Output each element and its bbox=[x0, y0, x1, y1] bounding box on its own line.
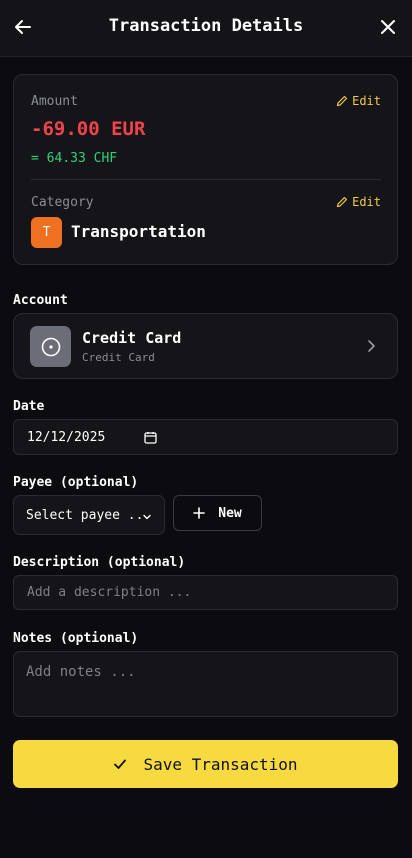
account-selector[interactable]: Credit Card Credit Card bbox=[13, 313, 398, 379]
plus-icon bbox=[193, 507, 206, 519]
date-value: 12/12/2025 bbox=[27, 430, 106, 445]
amount-label: Amount bbox=[31, 94, 78, 109]
new-payee-button[interactable]: New bbox=[173, 495, 262, 531]
notes-textarea[interactable]: Add notes ... bbox=[13, 651, 398, 717]
payee-selected-value: Select payee .. bbox=[26, 508, 144, 523]
edit-category-label: Edit bbox=[352, 195, 381, 209]
payee-select[interactable]: Select payee .. bbox=[13, 495, 165, 535]
payee-label: Payee (optional) bbox=[13, 475, 139, 490]
category-badge: T bbox=[31, 217, 62, 248]
description-placeholder: Add a description ... bbox=[27, 585, 192, 600]
app-header: Transaction Details bbox=[0, 0, 412, 57]
converted-amount: = 64.33 CHF bbox=[31, 151, 118, 166]
new-payee-label: New bbox=[218, 505, 242, 521]
divider bbox=[31, 179, 381, 180]
date-field[interactable]: 12/12/2025 bbox=[13, 419, 398, 455]
edit-category-button[interactable]: Edit bbox=[336, 195, 381, 209]
account-name: Credit Card bbox=[82, 329, 182, 347]
pencil-icon bbox=[336, 95, 348, 107]
checkmark-icon bbox=[114, 759, 127, 769]
account-icon bbox=[30, 326, 71, 367]
chevron-down-icon bbox=[143, 514, 151, 520]
category-name: Transportation bbox=[71, 222, 206, 241]
summary-card: Amount Edit -69.00 EUR = 64.33 CHF Categ… bbox=[13, 74, 398, 265]
account-type: Credit Card bbox=[82, 351, 155, 364]
notes-placeholder: Add notes ... bbox=[26, 664, 136, 680]
credit-card-icon bbox=[41, 337, 60, 356]
save-transaction-label: Save Transaction bbox=[143, 754, 298, 774]
edit-amount-button[interactable]: Edit bbox=[336, 94, 381, 108]
date-label: Date bbox=[13, 399, 45, 414]
amount-value: -69.00 EUR bbox=[31, 118, 146, 140]
close-icon[interactable] bbox=[379, 18, 397, 36]
description-label: Description (optional) bbox=[13, 555, 186, 570]
calendar-icon[interactable] bbox=[144, 431, 157, 444]
account-label: Account bbox=[13, 293, 68, 308]
notes-label: Notes (optional) bbox=[13, 631, 139, 646]
category-label: Category bbox=[31, 195, 94, 210]
description-input[interactable]: Add a description ... bbox=[13, 575, 398, 610]
chevron-right-icon bbox=[368, 340, 375, 352]
save-transaction-button[interactable]: Save Transaction bbox=[13, 740, 398, 788]
page-title: Transaction Details bbox=[108, 16, 304, 36]
edit-amount-label: Edit bbox=[352, 94, 381, 108]
pencil-icon bbox=[336, 196, 348, 208]
